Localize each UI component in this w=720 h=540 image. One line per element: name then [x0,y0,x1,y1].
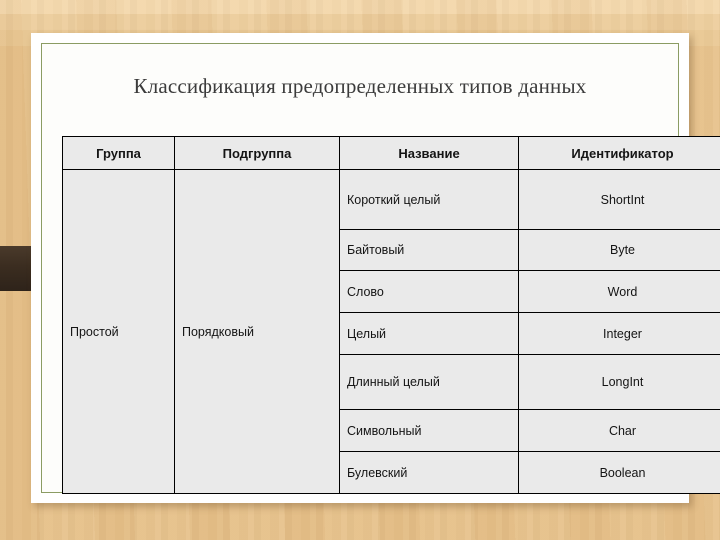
cell-ident: Boolean [518,451,720,494]
column-header-ident: Идентификатор [518,136,720,170]
slide-card: Классификация предопределенных типов дан… [31,33,720,503]
cell-name: Слово [339,270,519,313]
cell-name: Булевский [339,451,519,494]
table-row: Простой Порядковый Короткий целый ShortI… [62,169,720,494]
cell-name: Короткий целый [339,169,519,230]
cell-ident: Char [518,409,720,452]
cell-ident: Byte [518,229,720,271]
cell-ident: ShortInt [518,169,720,230]
cell-ident: LongInt [518,354,720,410]
page-title: Классификация предопределенных типов дан… [133,74,587,98]
slide-inner-frame: Классификация предопределенных типов дан… [41,43,720,494]
column-header-subgroup: Подгруппа [174,136,340,170]
cell-name: Символьный [339,409,519,452]
cell-group: Простой [62,169,175,494]
data-types-table: Группа Подгруппа Название Идентификатор … [62,136,720,494]
table-header-row: Группа Подгруппа Название Идентификатор [62,136,720,170]
cell-subgroup: Порядковый [174,169,340,494]
column-header-group: Группа [62,136,175,170]
column-header-name: Название [339,136,519,170]
cell-name: Байтовый [339,229,519,271]
cell-name: Длинный целый [339,354,519,410]
cell-ident: Integer [518,312,720,355]
cell-ident: Word [518,270,720,313]
slide-root: Классификация предопределенных типов дан… [0,0,720,540]
cell-name: Целый [339,312,519,355]
